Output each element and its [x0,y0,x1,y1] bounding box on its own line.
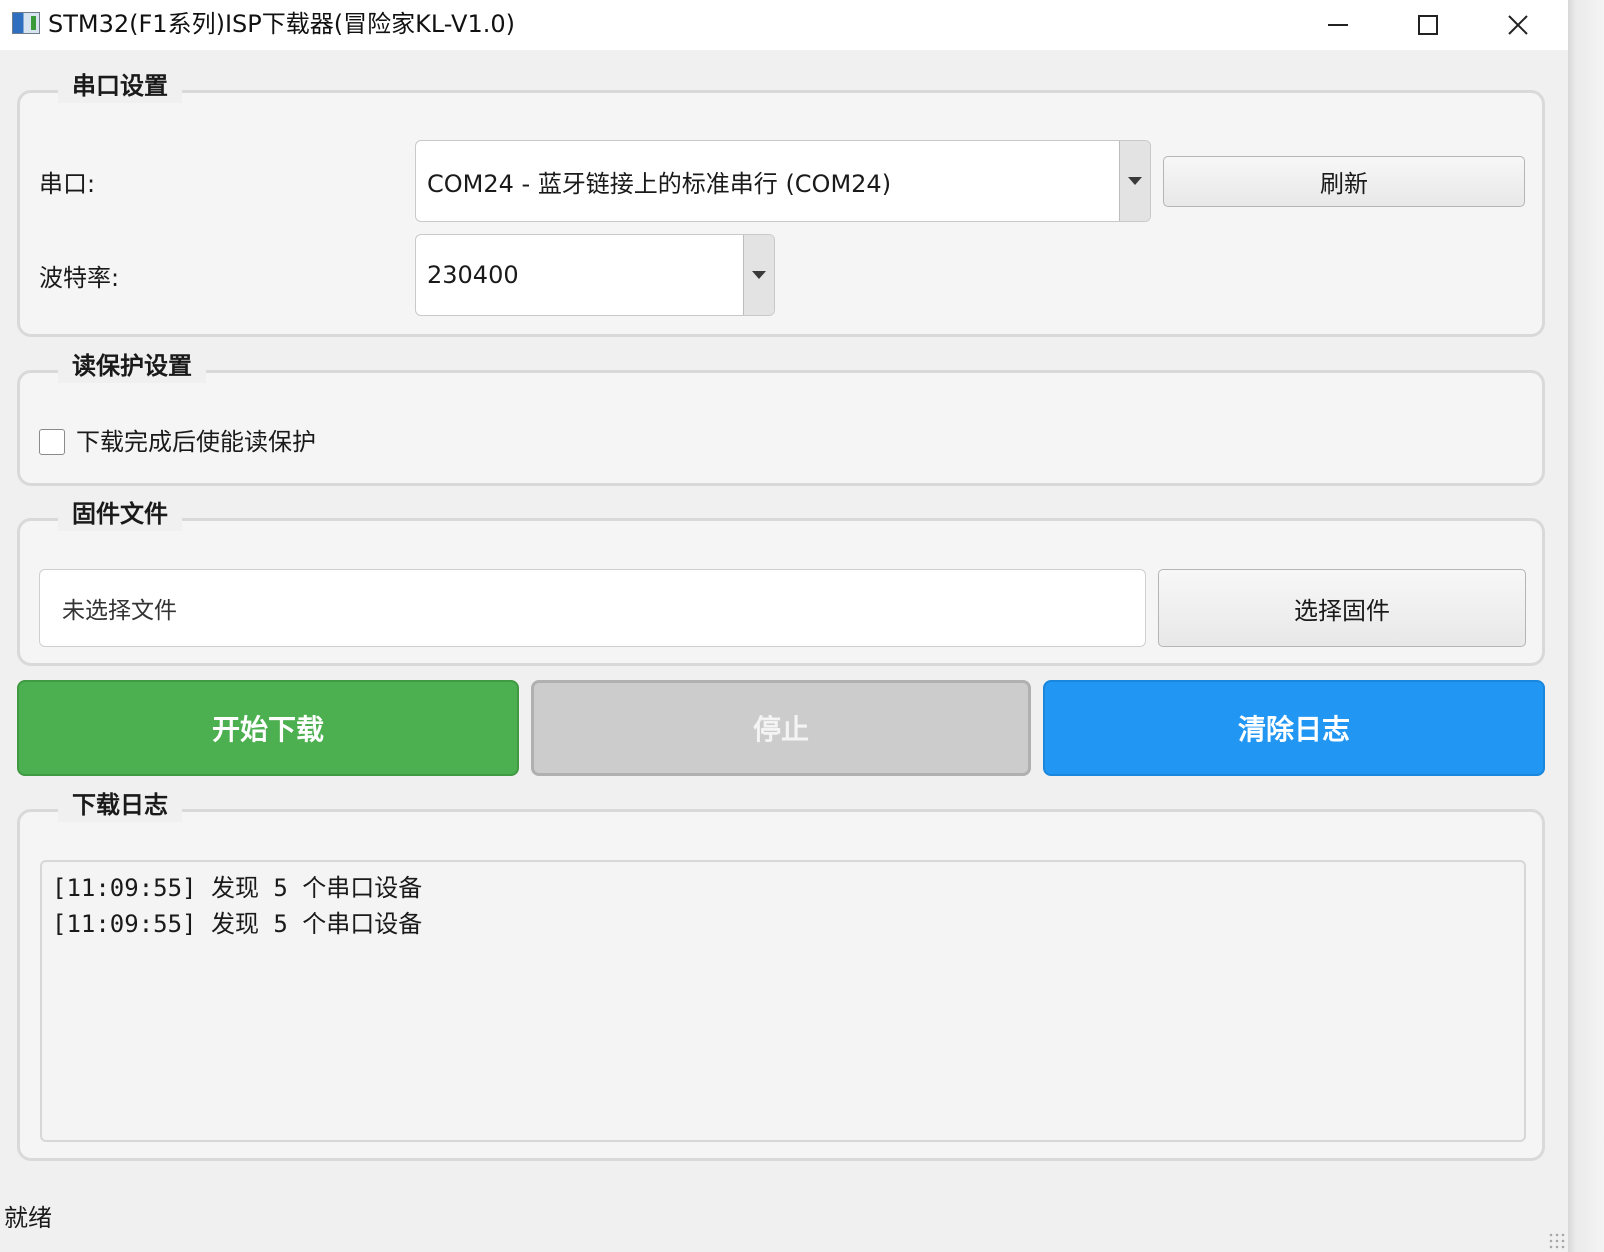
serial-settings-title: 串口设置 [58,69,182,103]
port-combobox[interactable]: COM24 - 蓝牙链接上的标准串行 (COM24) [415,140,1151,222]
minimize-button[interactable] [1293,0,1383,50]
stop-button[interactable]: 停止 [531,680,1031,776]
background-window-edge [1568,0,1604,1252]
maximize-button[interactable] [1383,0,1473,50]
firmware-file-title: 固件文件 [58,497,182,531]
status-bar: 就绪 [0,1186,1568,1252]
clear-log-button[interactable]: 清除日志 [1043,680,1545,776]
read-protect-title: 读保护设置 [58,349,206,383]
download-log-group: 下载日志 [11:09:55] 发现 5 个串口设备 [11:09:55] 发现… [17,788,1545,1161]
baud-combobox-value: 230400 [427,261,519,289]
maximize-icon [1418,15,1438,35]
close-button[interactable] [1473,0,1563,50]
start-download-button[interactable]: 开始下载 [17,680,519,776]
read-protect-group: 读保护设置 下载完成后使能读保护 [17,349,1545,486]
read-protect-checkbox[interactable] [39,429,65,455]
resize-grip-icon[interactable] [1548,1232,1566,1250]
port-label: 串口: [39,170,96,198]
read-protect-checkbox-label[interactable]: 下载完成后使能读保护 [76,427,316,457]
port-dropdown-button[interactable] [1119,141,1150,221]
firmware-path-field[interactable]: 未选择文件 [39,569,1146,647]
baud-dropdown-button[interactable] [743,235,774,315]
minimize-icon [1328,24,1348,26]
main-window: STM32(F1系列)ISP下载器(冒险家KL-V1.0) 串口设置 串口: C… [0,0,1568,1252]
app-window-icon [12,12,40,34]
chevron-down-icon [752,271,766,279]
port-combobox-value: COM24 - 蓝牙链接上的标准串行 (COM24) [427,169,892,198]
close-icon [1508,15,1528,35]
firmware-file-group: 固件文件 未选择文件 选择固件 [17,497,1545,666]
log-line: [11:09:55] 发现 5 个串口设备 [52,910,423,938]
title-bar: STM32(F1系列)ISP下载器(冒险家KL-V1.0) [0,0,1568,50]
window-title: STM32(F1系列)ISP下载器(冒险家KL-V1.0) [48,10,515,38]
log-text-area[interactable]: [11:09:55] 发现 5 个串口设备 [11:09:55] 发现 5 个串… [40,860,1526,1142]
baud-combobox[interactable]: 230400 [415,234,775,316]
log-line: [11:09:55] 发现 5 个串口设备 [52,874,423,902]
refresh-button[interactable]: 刷新 [1163,156,1525,207]
status-text: 就绪 [4,1204,52,1232]
client-area: 串口设置 串口: COM24 - 蓝牙链接上的标准串行 (COM24) 刷新 波… [0,50,1568,1252]
download-log-title: 下载日志 [58,788,182,822]
select-firmware-button[interactable]: 选择固件 [1158,569,1526,647]
chevron-down-icon [1128,177,1142,185]
baud-label: 波特率: [39,264,120,292]
serial-settings-group: 串口设置 串口: COM24 - 蓝牙链接上的标准串行 (COM24) 刷新 波… [17,69,1545,337]
